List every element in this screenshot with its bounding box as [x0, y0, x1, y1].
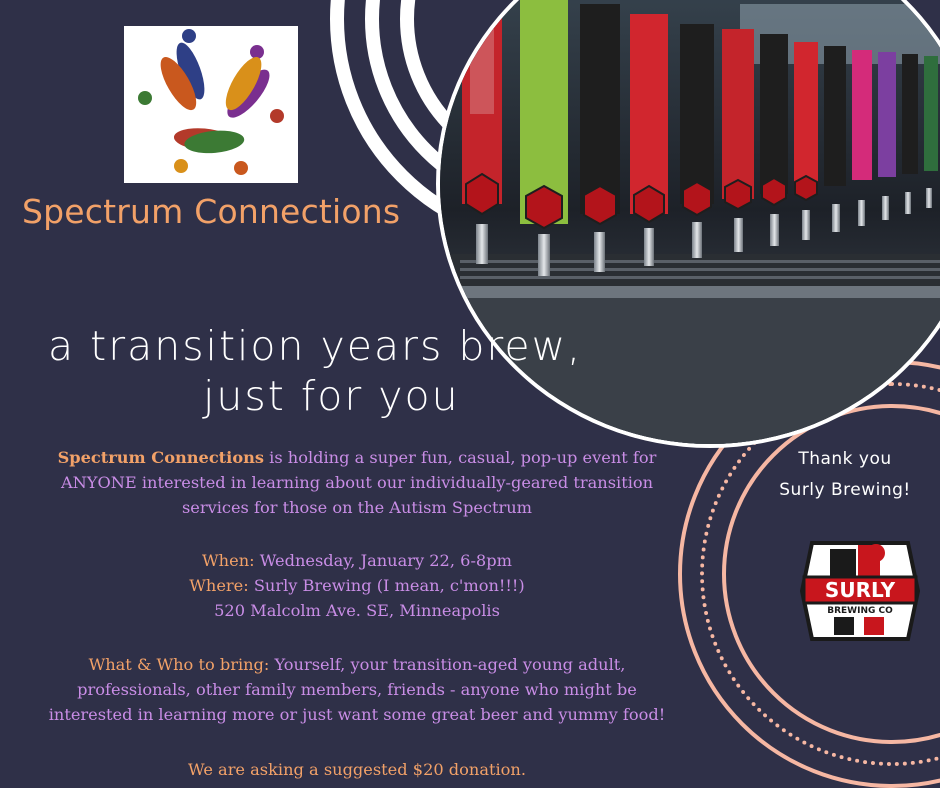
where-label: Where:	[189, 576, 249, 595]
intro-org: Spectrum Connections	[57, 448, 264, 467]
intro-paragraph: Spectrum Connections is holding a super …	[0, 445, 714, 520]
where-value: Surly Brewing (I mean, c'mon!!!)	[248, 576, 525, 595]
headline-line-2: just for you	[203, 372, 460, 420]
intro-line-1-text: is holding a super fun, casual, pop-up e…	[264, 448, 657, 467]
tap-handles-photo	[436, 0, 940, 448]
when-line: When: Wednesday, January 22, 6-8pm	[0, 548, 714, 573]
spectrum-connections-logo	[124, 26, 298, 183]
thanks-line-1: Thank you	[798, 449, 892, 469]
bring-label: What & Who to bring:	[88, 655, 270, 674]
when-value: Wednesday, January 22, 6-8pm	[254, 551, 512, 570]
bring-paragraph: What & Who to bring: Yourself, your tran…	[0, 652, 714, 727]
where-line: Where: Surly Brewing (I mean, c'mon!!!)	[0, 573, 714, 598]
donation-note: We are asking a suggested $20 donation.	[188, 760, 526, 779]
intro-line-3: services for those on the Autism Spectru…	[181, 498, 533, 517]
intro-line-2: ANYONE interested in learning about our …	[60, 473, 654, 492]
thanks-line-2: Surly Brewing!	[779, 480, 911, 500]
bring-line-3: interested in learning more or just want…	[48, 705, 666, 724]
intro-line-1: Spectrum Connections is holding a super …	[0, 445, 714, 470]
bring-line-1: What & Who to bring: Yourself, your tran…	[0, 652, 714, 677]
bring-line-2: professionals, other family members, fri…	[77, 680, 637, 699]
event-flyer: Spectrum Connections a transition years …	[0, 0, 940, 788]
badge-brand: SURLY	[825, 578, 896, 602]
badge-sub: BREWING CO	[827, 606, 893, 616]
bring-line-1-text: Yourself, your transition-aged young adu…	[269, 655, 626, 674]
event-details: When: Wednesday, January 22, 6-8pm Where…	[0, 548, 714, 623]
org-name: Spectrum Connections	[22, 192, 401, 231]
thank-you-note: Thank you Surly Brewing!	[755, 444, 935, 506]
address: 520 Malcolm Ave. SE, Minneapolis	[214, 601, 500, 620]
when-label: When:	[202, 551, 255, 570]
headline-line-1: a transition years brew,	[48, 322, 583, 370]
surly-brewing-logo: SURLY BREWING CO	[799, 535, 921, 647]
